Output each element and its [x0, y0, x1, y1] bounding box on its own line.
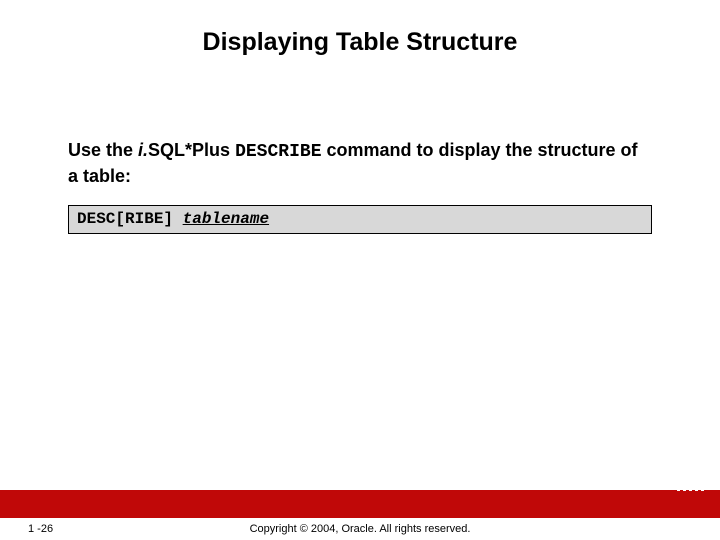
para-product: SQL*Plus	[148, 140, 235, 160]
para-text-pre: Use the	[68, 140, 138, 160]
slide-title: Displaying Table Structure	[0, 28, 720, 57]
footer-bar: ORACLE	[0, 490, 720, 518]
intro-paragraph: Use the i.SQL*Plus DESCRIBE command to d…	[68, 138, 652, 189]
slide: Displaying Table Structure Use the i.SQL…	[0, 0, 720, 540]
syntax-command: DESC[RIBE]	[77, 210, 183, 228]
slide-body: Use the i.SQL*Plus DESCRIBE command to d…	[68, 138, 652, 234]
copyright-text: Copyright © 2004, Oracle. All rights res…	[0, 518, 720, 540]
para-command: DESCRIBE	[235, 142, 321, 162]
oracle-logo-bars-icon	[677, 475, 704, 491]
syntax-box: DESC[RIBE] tablename	[68, 205, 652, 234]
oracle-logo: ORACLE	[605, 472, 704, 494]
syntax-argument: tablename	[183, 210, 269, 228]
oracle-logo-text: ORACLE	[605, 475, 673, 491]
para-italic-prefix: i.	[138, 140, 148, 160]
